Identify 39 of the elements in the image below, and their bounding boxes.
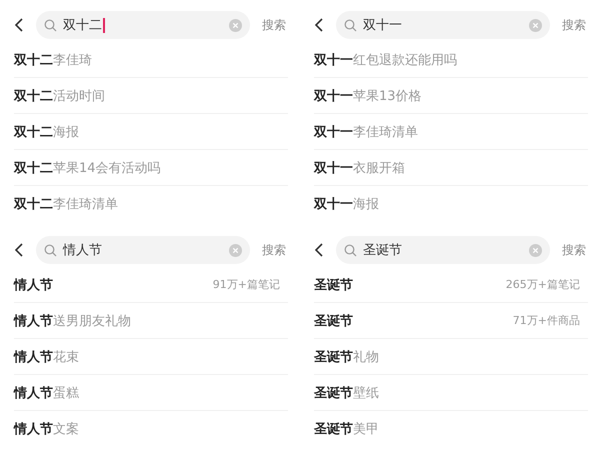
search-button[interactable]: 搜索 (260, 16, 288, 34)
back-icon[interactable] (314, 243, 324, 257)
search-icon (344, 18, 357, 32)
suggestion-item[interactable]: 圣诞节美甲 (314, 411, 588, 447)
suggestion-item[interactable]: 圣诞节壁纸 (314, 375, 588, 411)
search-field[interactable]: 双十二 (36, 11, 250, 39)
search-field[interactable]: 圣诞节 (336, 236, 550, 264)
search-icon (44, 244, 57, 256)
suggestion-item[interactable]: 情人节文案 (14, 411, 288, 447)
suggestion-item[interactable]: 双十二活动时间 (14, 78, 288, 114)
back-icon[interactable] (14, 18, 24, 32)
suggestion-item[interactable]: 情人节蛋糕 (14, 375, 288, 411)
search-field[interactable]: 情人节 (36, 236, 250, 264)
suggestion-item[interactable]: 情人节送男朋友礼物 (14, 303, 288, 339)
suggestion-item[interactable]: 双十一红包退款还能用吗 (314, 42, 588, 78)
search-button[interactable]: 搜索 (560, 242, 588, 258)
result-count: 265万+篇笔记 (506, 277, 580, 292)
search-button[interactable]: 搜索 (260, 242, 288, 258)
suggestion-item[interactable]: 双十一苹果13价格 (314, 78, 588, 114)
suggestion-item[interactable]: 情人节花束 (14, 339, 288, 375)
result-count: 91万+篇笔记 (212, 277, 280, 292)
suggestion-item[interactable]: 圣诞节 265万+篇笔记 (314, 267, 588, 303)
search-button[interactable]: 搜索 (560, 16, 588, 34)
result-count: 71万+件商品 (512, 313, 580, 328)
suggestion-item[interactable]: 双十一李佳琦清单 (314, 114, 588, 150)
search-icon (344, 244, 357, 256)
search-field[interactable]: 双十一 (336, 11, 550, 39)
suggestion-item[interactable]: 双十二海报 (14, 114, 288, 150)
suggestion-item[interactable]: 圣诞节礼物 (314, 339, 588, 375)
suggestion-item[interactable]: 圣诞节 71万+件商品 (314, 303, 588, 339)
back-icon[interactable] (14, 243, 24, 257)
suggestion-item[interactable]: 双十一衣服开箱 (314, 150, 588, 186)
suggestion-item[interactable]: 情人节 91万+篇笔记 (14, 267, 288, 303)
suggestion-item[interactable]: 双十二苹果14会有活动吗 (14, 150, 288, 186)
suggestion-item[interactable]: 双十二李佳琦 (14, 42, 288, 78)
search-icon (44, 18, 57, 32)
suggestion-item[interactable]: 双十一海报 (314, 186, 588, 222)
suggestion-item[interactable]: 双十二李佳琦清单 (14, 186, 288, 222)
back-icon[interactable] (314, 18, 324, 32)
